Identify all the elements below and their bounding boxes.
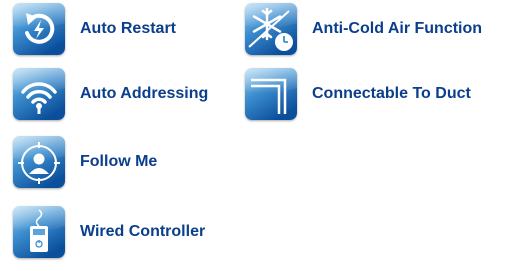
wired-controller-label: Wired Controller xyxy=(80,223,206,240)
auto-addressing-label: Auto Addressing xyxy=(80,85,209,102)
wifi-icon xyxy=(13,68,65,120)
feature-auto-addressing: Auto Addressing xyxy=(13,68,208,120)
auto-restart-label: Auto Restart xyxy=(80,20,177,37)
follow-me-label: Follow Me xyxy=(80,153,158,170)
person-target-icon xyxy=(13,136,65,188)
feature-wired-controller: Wired Controller xyxy=(13,206,205,258)
feature-anti-cold-air: Anti-Cold Air Function xyxy=(245,3,482,55)
wired-controller-icon xyxy=(13,206,65,258)
auto-restart-icon xyxy=(13,3,65,55)
connectable-to-duct-label: Connectable To Duct xyxy=(312,85,471,102)
snowflake-clock-icon xyxy=(245,3,297,55)
feature-auto-restart: Auto Restart xyxy=(13,3,176,55)
feature-connectable-to-duct: Connectable To Duct xyxy=(245,68,471,120)
feature-follow-me: Follow Me xyxy=(13,136,157,188)
anti-cold-air-label: Anti-Cold Air Function xyxy=(312,20,483,37)
duct-icon xyxy=(245,68,297,120)
